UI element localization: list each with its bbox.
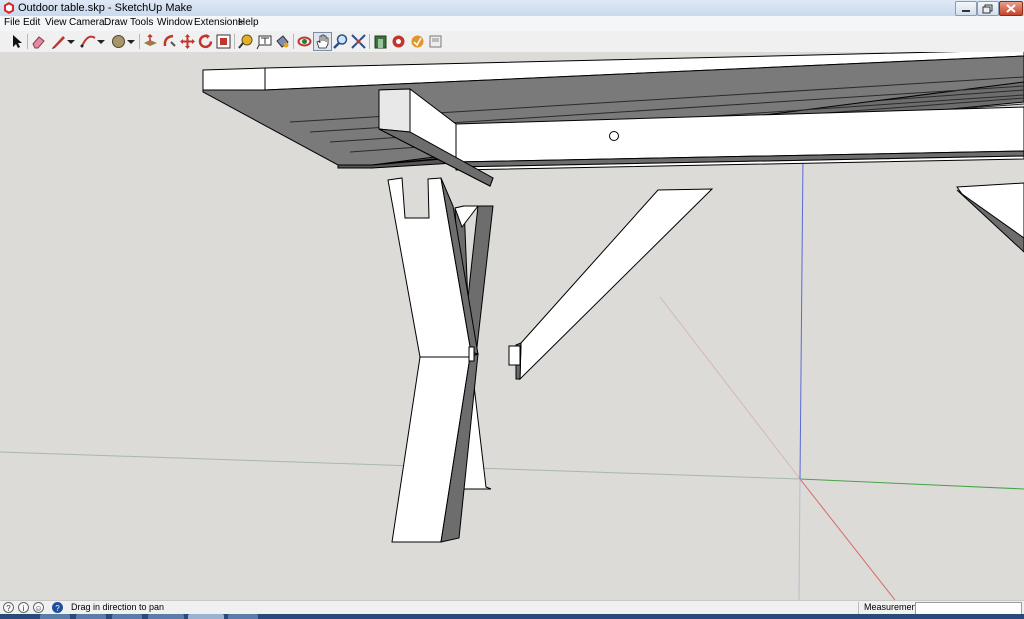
tape-measure-icon — [238, 34, 253, 49]
toolbar-separator — [27, 34, 28, 49]
menu-tools[interactable]: Tools — [130, 17, 153, 28]
minimize-button[interactable] — [955, 1, 977, 16]
scale-tool-button[interactable] — [215, 33, 232, 50]
user-icon[interactable]: ☺ — [33, 602, 44, 613]
blue-axis — [799, 156, 804, 480]
text-tool-button[interactable] — [256, 33, 273, 50]
eraser-icon — [32, 36, 45, 49]
paint-bucket-icon — [276, 35, 289, 48]
red-axis-dotted — [659, 296, 801, 480]
extension-warehouse-icon — [392, 35, 405, 48]
warehouse-icon — [374, 35, 387, 49]
follow-me-icon — [163, 34, 176, 47]
status-message: Drag in direction to pan — [71, 602, 165, 612]
menu-extensions[interactable]: Extensions — [194, 17, 243, 28]
menu-draw[interactable]: Draw — [104, 17, 127, 28]
taskbar-button[interactable] — [76, 614, 106, 619]
window-title: Outdoor table.skp - SketchUp Make — [18, 2, 193, 14]
toolbar-separator — [234, 34, 235, 49]
tape-measure-tool-button[interactable] — [237, 33, 254, 50]
status-bar: ? i ☺ ? Drag in direction to pan Measure… — [0, 600, 1024, 615]
bolt-hole — [609, 131, 619, 141]
title-bar: Outdoor table.skp - SketchUp Make — [0, 0, 1024, 17]
taskbar-button[interactable] — [228, 614, 258, 619]
taskbar-button[interactable] — [40, 614, 70, 619]
line-tool-button[interactable] — [50, 33, 67, 50]
select-arrow-icon — [13, 35, 22, 48]
toolbar-separator — [293, 34, 294, 49]
taskbar-button[interactable] — [148, 614, 184, 619]
menu-camera[interactable]: Camera — [69, 17, 105, 28]
close-button[interactable] — [999, 1, 1023, 16]
orbit-tool-button[interactable] — [296, 33, 313, 50]
extension-warehouse-button[interactable] — [390, 33, 407, 50]
line-tool-dropdown[interactable] — [66, 33, 76, 50]
rotate-tool-button[interactable] — [197, 33, 214, 50]
3d-warehouse-button[interactable] — [372, 33, 389, 50]
zoom-extents-icon — [351, 34, 366, 49]
geo-location-icon[interactable]: ? — [3, 602, 14, 613]
red-axis — [799, 478, 896, 600]
pan-tool-button[interactable] — [313, 32, 332, 51]
pan-hand-icon — [316, 34, 329, 49]
x-legs — [387, 177, 494, 543]
status-divider — [858, 602, 859, 614]
model-viewport[interactable] — [0, 52, 1024, 600]
select-tool-button[interactable] — [8, 33, 25, 50]
layout-button[interactable] — [427, 33, 444, 50]
follow-me-tool-button[interactable] — [161, 33, 178, 50]
shapes-tool-dropdown[interactable] — [126, 33, 136, 50]
taskbar — [0, 614, 1024, 619]
menu-view[interactable]: View — [45, 17, 67, 28]
arc-tool-dropdown[interactable] — [96, 33, 106, 50]
layout-icon — [429, 35, 442, 48]
close-icon — [1006, 4, 1016, 13]
push-pull-icon — [144, 33, 157, 46]
credits-icon[interactable]: i — [18, 602, 29, 613]
green-axis-dotted — [0, 451, 801, 480]
toolbar-separator — [369, 34, 370, 49]
model-canvas[interactable] — [0, 52, 1024, 600]
text-icon — [256, 35, 272, 50]
arc-tool-button[interactable] — [80, 33, 97, 50]
share-model-button[interactable] — [409, 33, 426, 50]
menu-bar: File Edit View Camera Draw Tools Window … — [0, 16, 1024, 31]
blue-axis-dotted — [798, 478, 801, 600]
zoom-tool-button[interactable] — [332, 33, 349, 50]
move-tool-button[interactable] — [179, 33, 196, 50]
toolbar-separator — [139, 34, 140, 49]
sketchup-logo-icon — [3, 2, 15, 14]
arc-icon — [80, 35, 96, 48]
pencil-icon — [52, 36, 65, 49]
dropdown-arrow-icon — [97, 40, 105, 44]
orbit-icon — [297, 36, 312, 47]
minimize-icon — [962, 10, 970, 12]
scale-icon — [216, 34, 231, 49]
shapes-tool-button[interactable] — [110, 33, 127, 50]
menu-file[interactable]: File — [4, 17, 20, 28]
dropdown-arrow-icon — [127, 40, 135, 44]
push-pull-tool-button[interactable] — [142, 33, 159, 50]
zoom-extents-tool-button[interactable] — [350, 33, 367, 50]
taskbar-button-active[interactable] — [188, 614, 224, 619]
dropdown-arrow-icon — [67, 40, 75, 44]
help-icon[interactable]: ? — [52, 602, 63, 613]
far-brace — [956, 182, 1024, 253]
menu-window[interactable]: Window — [157, 17, 193, 28]
circle-shape-icon — [112, 35, 125, 48]
share-model-icon — [411, 35, 424, 48]
taskbar-button[interactable] — [112, 614, 142, 619]
toolbar — [0, 31, 1024, 53]
rotate-icon — [198, 34, 213, 49]
paint-bucket-tool-button[interactable] — [274, 33, 291, 50]
eraser-tool-button[interactable] — [30, 33, 47, 50]
restore-button[interactable] — [977, 1, 999, 16]
diagonal-brace — [508, 188, 714, 381]
green-axis — [799, 478, 1024, 490]
menu-edit[interactable]: Edit — [23, 17, 40, 28]
menu-help[interactable]: Help — [238, 17, 259, 28]
zoom-icon — [333, 34, 348, 49]
move-icon — [180, 34, 195, 49]
restore-icon — [982, 4, 993, 14]
